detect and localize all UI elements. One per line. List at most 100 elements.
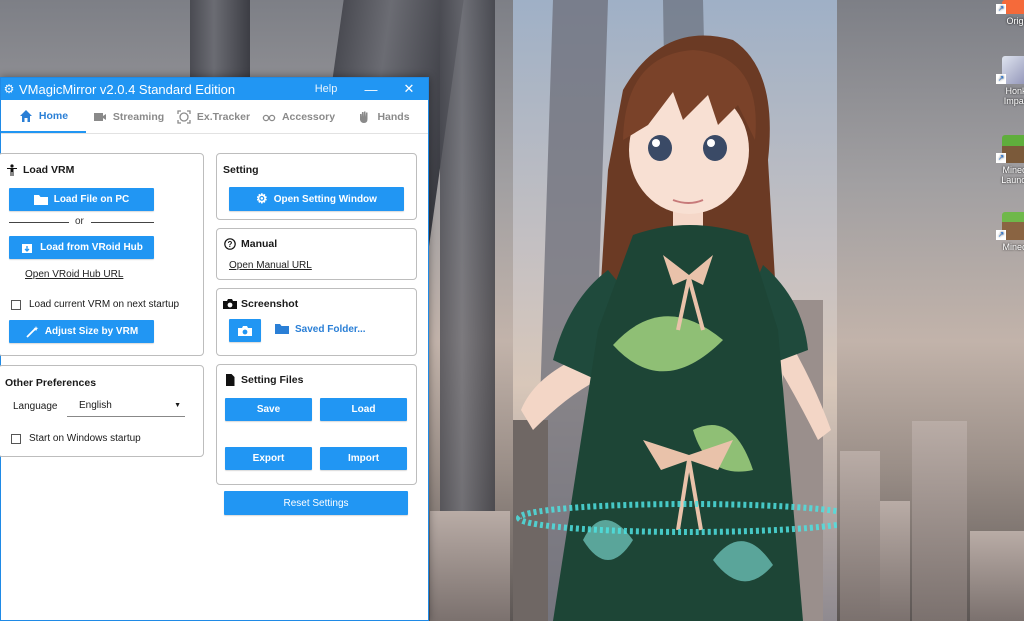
load-vrm-panel: Load VRM Load File on PC or Load from VR… xyxy=(0,153,204,356)
panel-title: Setting Files xyxy=(241,374,304,386)
help-button[interactable]: Help xyxy=(300,83,352,95)
open-vroid-hub-url-link[interactable]: Open VRoid Hub URL xyxy=(25,269,123,280)
panel-title: Other Preferences xyxy=(5,377,97,389)
language-label: Language xyxy=(13,401,58,412)
background-building xyxy=(430,511,510,621)
or-separator: or xyxy=(75,216,84,227)
vmagicmirror-window: ⚙ VMagicMirror v2.0.4 Standard Edition H… xyxy=(0,77,429,621)
face-tracker-icon xyxy=(177,109,191,124)
tab-bar: Home Streaming Ex.Tracker Accessory Hand… xyxy=(1,100,428,134)
load-settings-button[interactable]: Load xyxy=(320,398,407,421)
tab-streaming[interactable]: Streaming xyxy=(86,100,171,133)
setting-files-panel: Setting Files Save Load Export Import xyxy=(216,364,417,485)
panel-title: Load VRM xyxy=(23,164,75,176)
screenshot-header: Screenshot xyxy=(223,298,298,310)
divider-line xyxy=(91,222,154,223)
language-select[interactable]: English ▼ xyxy=(67,395,185,417)
language-selected-value: English xyxy=(79,400,112,411)
button-label: Load File on PC xyxy=(53,194,130,205)
background-building xyxy=(880,501,910,621)
camera-icon xyxy=(238,325,252,336)
tab-hands[interactable]: Hands xyxy=(341,100,426,133)
tab-ex-tracker[interactable]: Ex.Tracker xyxy=(171,100,256,133)
home-icon xyxy=(19,109,32,122)
manual-header: ? Manual xyxy=(223,238,277,250)
glasses-icon xyxy=(262,114,276,121)
desktop-shortcut-label: Minecr Launch xyxy=(1001,165,1024,185)
avatar-viewport xyxy=(513,0,837,621)
load-current-vrm-checkbox[interactable]: Load current VRM on next startup xyxy=(11,299,179,310)
shortcut-arrow-icon: ↗ xyxy=(996,230,1006,240)
save-settings-button[interactable]: Save xyxy=(225,398,312,421)
svg-text:?: ? xyxy=(228,240,233,249)
tab-accessory[interactable]: Accessory xyxy=(256,100,341,133)
desktop-shortcut-honkai[interactable]: ↗ Honk Impac xyxy=(996,56,1024,106)
panel-title: Screenshot xyxy=(241,298,299,310)
checkbox-box[interactable] xyxy=(11,299,21,310)
shortcut-arrow-icon: ↗ xyxy=(996,4,1006,14)
shortcut-arrow-icon: ↗ xyxy=(996,74,1006,84)
shortcut-arrow-icon: ↗ xyxy=(996,153,1006,163)
video-camera-icon xyxy=(93,112,106,121)
avatar-character xyxy=(513,0,837,621)
cloud-download-icon xyxy=(22,243,33,253)
desktop-shortcut-origin[interactable]: ↗ Origi xyxy=(996,0,1024,26)
minimize-button[interactable]: — xyxy=(352,82,390,97)
desktop-shortcut-label: Honk Impac xyxy=(1003,86,1024,106)
other-preferences-panel: Other Preferences Language English ▼ Sta… xyxy=(0,365,204,457)
desktop-shortcut-minecraft[interactable]: ↗ Minecr xyxy=(996,212,1024,252)
button-label: Load from VRoid Hub xyxy=(40,242,143,253)
window-titlebar[interactable]: ⚙ VMagicMirror v2.0.4 Standard Edition H… xyxy=(1,78,428,100)
checkbox-box[interactable] xyxy=(11,433,21,444)
background-building xyxy=(970,531,1024,621)
panel-title: Setting xyxy=(223,164,259,176)
tab-label: Ex.Tracker xyxy=(196,110,251,123)
help-circle-icon: ? xyxy=(224,238,236,250)
desktop-shortcut-minecraft-launcher[interactable]: ↗ Minecr Launch xyxy=(996,135,1024,185)
saved-folder-button[interactable]: Saved Folder... xyxy=(275,323,366,335)
app-gear-icon: ⚙ xyxy=(3,82,15,96)
camera-icon xyxy=(223,299,237,309)
chevron-down-icon: ▼ xyxy=(174,402,181,409)
window-title: VMagicMirror v2.0.4 Standard Edition xyxy=(19,81,236,97)
background-building xyxy=(912,421,967,621)
background-building xyxy=(840,451,880,621)
take-screenshot-button[interactable] xyxy=(229,319,261,342)
load-from-vroid-hub-button[interactable]: Load from VRoid Hub xyxy=(9,236,154,259)
adjust-size-by-vrm-button[interactable]: Adjust Size by VRM xyxy=(9,320,154,343)
close-button[interactable]: ✕ xyxy=(390,81,428,97)
button-label: Adjust Size by VRM xyxy=(44,326,139,337)
panel-title: Manual xyxy=(241,238,278,250)
tab-label: Home xyxy=(38,109,69,122)
tab-label: Streaming xyxy=(112,110,165,123)
file-icon xyxy=(226,374,235,386)
button-label: Saved Folder... xyxy=(295,323,366,335)
checkbox-label: Start on Windows startup xyxy=(29,433,141,444)
desktop-shortcut-label: Minecr xyxy=(1002,242,1024,252)
desktop-shortcut-label: Origi xyxy=(1006,16,1024,26)
reset-settings-button[interactable]: Reset Settings xyxy=(224,491,408,515)
magic-wand-icon xyxy=(26,325,39,338)
gear-icon: ⚙ xyxy=(256,191,268,206)
tab-label: Hands xyxy=(377,110,410,123)
start-on-windows-startup-checkbox[interactable]: Start on Windows startup xyxy=(11,433,141,444)
folder-icon xyxy=(275,324,289,334)
export-settings-button[interactable]: Export xyxy=(225,447,312,470)
checkbox-label: Load current VRM on next startup xyxy=(29,299,180,310)
manual-panel: ? Manual Open Manual URL xyxy=(216,228,417,280)
person-icon xyxy=(7,164,17,176)
setting-panel: Setting ⚙ Open Setting Window xyxy=(216,153,417,220)
tab-home[interactable]: Home xyxy=(1,100,86,133)
divider-line xyxy=(9,222,69,223)
tab-label: Accessory xyxy=(281,110,336,123)
button-label: Open Setting Window xyxy=(273,193,377,205)
import-settings-button[interactable]: Import xyxy=(320,447,407,470)
open-manual-url-link[interactable]: Open Manual URL xyxy=(229,260,312,271)
open-setting-window-button[interactable]: ⚙ Open Setting Window xyxy=(229,187,404,211)
screenshot-panel: Screenshot Saved Folder... xyxy=(216,288,417,356)
folder-icon xyxy=(33,194,48,205)
setting-files-header: Setting Files xyxy=(223,374,303,386)
load-file-on-pc-button[interactable]: Load File on PC xyxy=(9,188,154,211)
hand-icon xyxy=(360,111,368,123)
load-vrm-header: Load VRM xyxy=(5,164,74,176)
